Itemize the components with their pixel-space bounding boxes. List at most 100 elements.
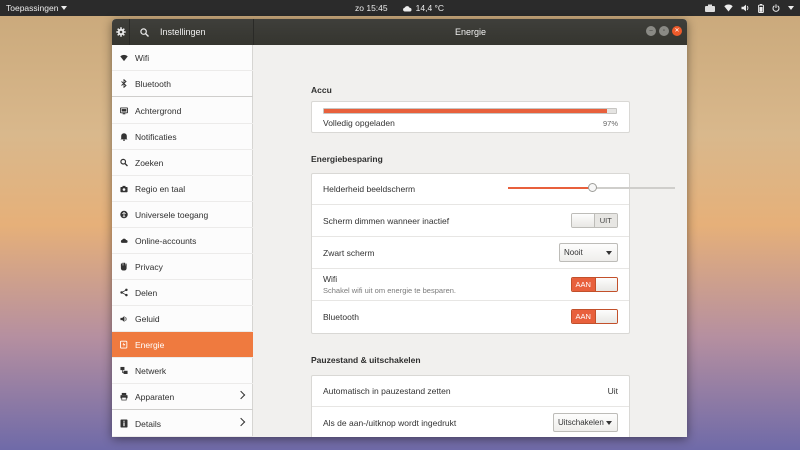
- activities-menu[interactable]: Toepassingen: [6, 0, 68, 16]
- share-icon: [120, 288, 128, 297]
- switch-knob: [594, 310, 617, 323]
- power-button-dropdown[interactable]: Uitschakelen: [553, 413, 618, 432]
- maximize-button[interactable]: ▫: [659, 26, 669, 36]
- sidebar-item-notificaties[interactable]: Notificaties: [112, 124, 253, 150]
- sidebar-item-details[interactable]: Details: [112, 411, 253, 437]
- sidebar-item-zoeken[interactable]: Zoeken: [112, 150, 253, 176]
- sidebar-item-online-accounts[interactable]: Online-accounts: [112, 228, 253, 254]
- battery-level-bar: [323, 108, 617, 114]
- sidebar-item-label: Notificaties: [135, 131, 177, 142]
- battery-level-fill: [324, 109, 608, 113]
- cloud-icon: [120, 237, 128, 245]
- power-saving-section-title: Energiebesparing: [311, 154, 383, 164]
- battery-status: Volledig opgeladen: [323, 118, 395, 128]
- sidebar-item-netwerk[interactable]: Netwerk: [112, 358, 253, 384]
- wifi-power-label: Wifi: [323, 274, 338, 284]
- sidebar-item-regio-en-taal[interactable]: Regio en taal: [112, 176, 253, 202]
- suspend-section-title: Pauzestand & uitschakelen: [311, 355, 421, 365]
- dim-screen-switch[interactable]: UIT: [571, 213, 618, 228]
- accu-section-title: Accu: [311, 85, 332, 95]
- search-button[interactable]: [138, 19, 150, 45]
- settings-window: Instellingen Energie – ▫ ✕ Wifi Bluetoot…: [112, 19, 687, 437]
- sidebar-item-delen[interactable]: Delen: [112, 280, 253, 306]
- apps-label: Toepassingen: [6, 3, 59, 13]
- chevron-down-icon: [606, 421, 612, 425]
- chevron-right-icon: [236, 390, 246, 400]
- brightness-row: Helderheid beeldscherm: [312, 174, 675, 205]
- sidebar-item-label: Universele toegang: [135, 209, 209, 220]
- power-menu-icon[interactable]: [772, 4, 780, 12]
- network-icon: [120, 366, 128, 375]
- brightness-slider-fill: [508, 187, 592, 189]
- sidebar-item-bluetooth[interactable]: Bluetooth: [112, 71, 253, 97]
- sidebar-item-label: Regio en taal: [135, 183, 186, 194]
- battery-card: Volledig opgeladen 97%: [311, 101, 630, 133]
- cloud-weather-icon: [402, 5, 412, 11]
- info-icon: [120, 419, 128, 428]
- blank-screen-label: Zwart scherm: [323, 248, 375, 258]
- weather-label: 14,4 °C: [415, 3, 445, 13]
- sidebar-item-energie[interactable]: Energie: [112, 332, 253, 358]
- minimize-button[interactable]: –: [646, 26, 656, 36]
- background-icon: [120, 106, 128, 115]
- sidebar-item-label: Bluetooth: [135, 78, 171, 89]
- weather: 14,4 °C: [402, 3, 444, 13]
- wifi-status-icon: [724, 4, 733, 12]
- gear-button[interactable]: [112, 19, 130, 45]
- sidebar-item-label: Privacy: [135, 261, 163, 272]
- blank-screen-dropdown[interactable]: Nooit: [559, 243, 618, 262]
- sidebar-item-label: Details: [135, 418, 161, 429]
- switch-knob: [572, 214, 595, 227]
- close-button[interactable]: ✕: [672, 26, 682, 36]
- system-menu-dropdown-icon[interactable]: [788, 6, 794, 10]
- bluetooth-power-switch-state: AAN: [572, 310, 595, 323]
- search-icon: [120, 158, 128, 167]
- sidebar-item-universele-toegang[interactable]: Universele toegang: [112, 202, 253, 228]
- wifi-power-row: Wifi Schakel wifi uit om energie te besp…: [312, 269, 629, 301]
- blank-screen-value: Nooit: [564, 248, 583, 257]
- power-button-row: Als de aan-/uitknop wordt ingedrukt Uits…: [312, 407, 629, 437]
- system-tray[interactable]: [704, 0, 794, 16]
- updates-icon[interactable]: [704, 4, 716, 13]
- power-button-label: Als de aan-/uitknop wordt ingedrukt: [323, 418, 457, 428]
- sidebar-item-apparaten[interactable]: Apparaten: [112, 384, 253, 410]
- bluetooth-power-label: Bluetooth: [323, 312, 359, 322]
- clock-area[interactable]: zo 15:45 14,4 °C: [355, 0, 444, 16]
- wifi-power-switch[interactable]: AAN: [571, 277, 618, 292]
- apps-dropdown-icon: [61, 6, 68, 10]
- sidebar-item-wifi[interactable]: Wifi: [112, 45, 253, 71]
- sidebar-item-label: Netwerk: [135, 365, 167, 376]
- sidebar-item-label: Energie: [135, 339, 165, 350]
- sidebar-item-label: Achtergrond: [135, 105, 182, 116]
- bell-icon: [120, 133, 128, 141]
- battery-percentage: 97%: [602, 119, 618, 128]
- power-icon: [120, 340, 128, 349]
- brightness-label: Helderheid beeldscherm: [323, 184, 416, 194]
- bluetooth-power-switch[interactable]: AAN: [571, 309, 618, 324]
- speaker-icon: [120, 315, 128, 323]
- sidebar-item-geluid[interactable]: Geluid: [112, 306, 253, 332]
- chevron-right-icon: [236, 417, 246, 427]
- sidebar-item-label: Geluid: [135, 313, 160, 324]
- sidebar-item-achtergrond[interactable]: Achtergrond: [112, 98, 253, 124]
- camera-icon: [120, 185, 128, 193]
- wifi-power-description: Schakel wifi uit om energie te besparen.: [323, 286, 456, 295]
- wifi-power-switch-state: AAN: [572, 278, 595, 291]
- sidebar-item-label: Apparaten: [135, 391, 175, 402]
- auto-suspend-value: Uit: [607, 386, 618, 396]
- gear-icon: [115, 27, 126, 37]
- bluetooth-power-row: Bluetooth AAN: [312, 301, 629, 333]
- wifi-icon: [120, 54, 128, 62]
- window-titlebar[interactable]: Instellingen Energie – ▫ ✕: [112, 19, 687, 45]
- dim-screen-label: Scherm dimmen wanneer inactief: [323, 216, 450, 226]
- bluetooth-icon: [120, 79, 128, 88]
- printer-icon: [120, 392, 128, 401]
- auto-suspend-label: Automatisch in pauzestand zetten: [323, 386, 451, 396]
- auto-suspend-row[interactable]: Automatisch in pauzestand zetten Uit: [312, 376, 629, 407]
- brightness-slider-handle[interactable]: [587, 183, 597, 192]
- accessibility-icon: [120, 210, 128, 219]
- brightness-slider[interactable]: [508, 183, 675, 192]
- sidebar-item-privacy[interactable]: Privacy: [112, 254, 253, 280]
- sidebar-item-label: Wifi: [135, 52, 150, 63]
- sidebar-item-label: Delen: [135, 287, 158, 298]
